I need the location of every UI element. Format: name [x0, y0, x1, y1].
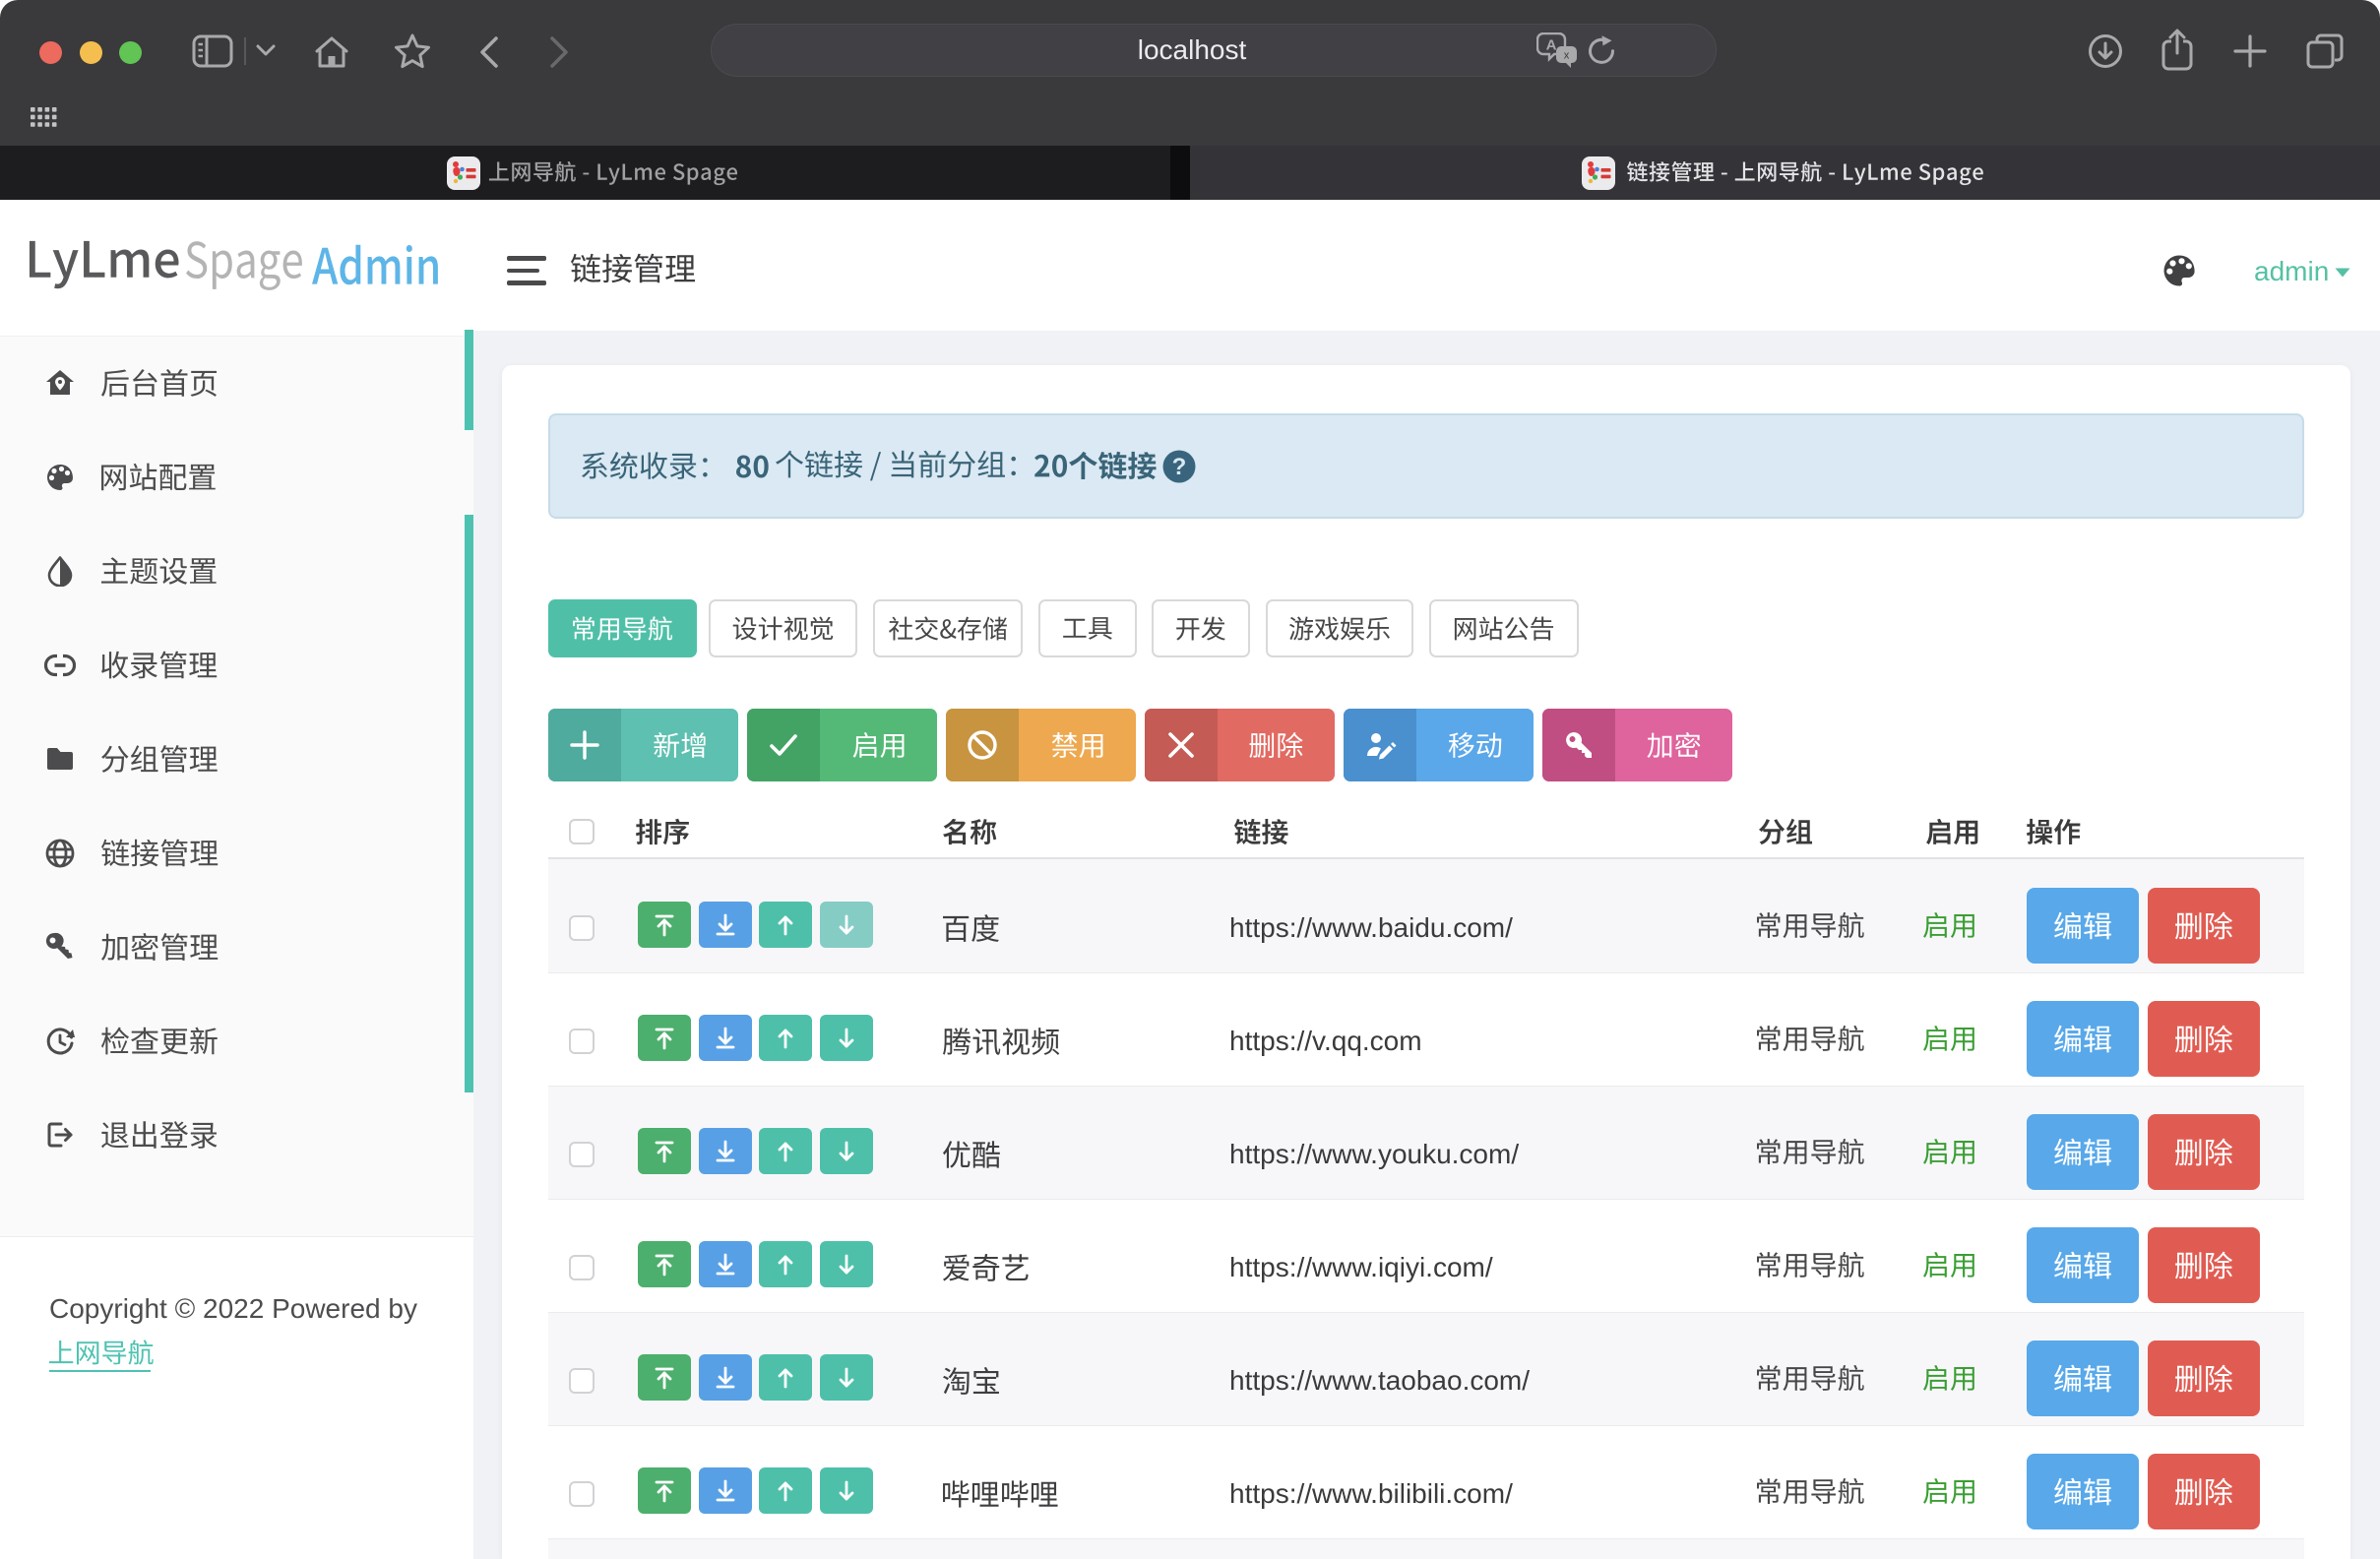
svg-text:x: x [1564, 50, 1570, 62]
svg-text:A: A [1546, 37, 1557, 54]
svg-text:?: ? [1172, 454, 1187, 480]
